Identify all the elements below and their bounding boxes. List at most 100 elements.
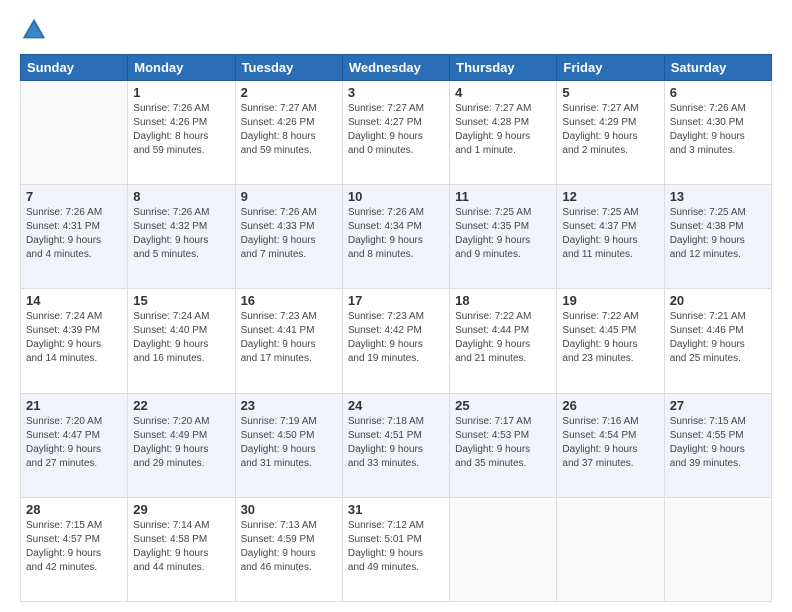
day-number: 22 bbox=[133, 398, 229, 413]
weekday-header-sunday: Sunday bbox=[21, 55, 128, 81]
weekday-header-friday: Friday bbox=[557, 55, 664, 81]
calendar-day-cell: 13 Sunrise: 7:25 AMSunset: 4:38 PMDayligh… bbox=[664, 185, 771, 289]
day-info: Sunrise: 7:24 AMSunset: 4:39 PMDaylight:… bbox=[26, 310, 122, 366]
weekday-header-saturday: Saturday bbox=[664, 55, 771, 81]
day-number: 2 bbox=[241, 85, 337, 100]
day-info: Sunrise: 7:25 AMSunset: 4:37 PMDaylight:… bbox=[562, 206, 658, 262]
calendar-day-cell: 3Sunrise: 7:27 AMSunset: 4:27 PMDaylight… bbox=[342, 81, 449, 185]
day-number: 11 bbox=[455, 189, 551, 204]
day-info: Sunrise: 7:27 AMSunset: 4:29 PMDaylight:… bbox=[562, 102, 658, 158]
day-number: 12 bbox=[562, 189, 658, 204]
day-number: 5 bbox=[562, 85, 658, 100]
calendar-day-cell: 11 Sunrise: 7:25 AMSunset: 4:35 PMDayligh… bbox=[450, 185, 557, 289]
day-info: Sunrise: 7:26 AMSunset: 4:34 PMDaylight:… bbox=[348, 206, 444, 262]
day-info: Sunrise: 7:27 AMSunset: 4:26 PMDaylight:… bbox=[241, 102, 337, 158]
calendar-day-cell bbox=[557, 497, 664, 601]
calendar-week-row: 28 Sunrise: 7:15 AMSunset: 4:57 PMDayligh… bbox=[21, 497, 772, 601]
day-number: 24 bbox=[348, 398, 444, 413]
day-info: Sunrise: 7:26 AMSunset: 4:31 PMDaylight:… bbox=[26, 206, 122, 262]
day-info: Sunrise: 7:20 AMSunset: 4:47 PMDaylight:… bbox=[26, 415, 122, 471]
day-info: Sunrise: 7:27 AMSunset: 4:28 PMDaylight:… bbox=[455, 102, 551, 158]
day-number: 4 bbox=[455, 85, 551, 100]
weekday-header-wednesday: Wednesday bbox=[342, 55, 449, 81]
weekday-header-monday: Monday bbox=[128, 55, 235, 81]
day-number: 29 bbox=[133, 502, 229, 517]
day-number: 7 bbox=[26, 189, 122, 204]
day-info: Sunrise: 7:26 AMSunset: 4:32 PMDaylight:… bbox=[133, 206, 229, 262]
calendar-table: SundayMondayTuesdayWednesdayThursdayFrid… bbox=[20, 54, 772, 602]
day-info: Sunrise: 7:26 AMSunset: 4:30 PMDaylight:… bbox=[670, 102, 766, 158]
day-number: 15 bbox=[133, 293, 229, 308]
day-number: 13 bbox=[670, 189, 766, 204]
calendar-day-cell: 6 Sunrise: 7:26 AMSunset: 4:30 PMDaylight… bbox=[664, 81, 771, 185]
day-number: 30 bbox=[241, 502, 337, 517]
calendar-day-cell: 17 Sunrise: 7:23 AMSunset: 4:42 PMDayligh… bbox=[342, 289, 449, 393]
day-number: 14 bbox=[26, 293, 122, 308]
calendar-week-row: 7 Sunrise: 7:26 AMSunset: 4:31 PMDaylight… bbox=[21, 185, 772, 289]
day-number: 21 bbox=[26, 398, 122, 413]
calendar-day-cell: 5 Sunrise: 7:27 AMSunset: 4:29 PMDaylight… bbox=[557, 81, 664, 185]
day-number: 28 bbox=[26, 502, 122, 517]
day-number: 8 bbox=[133, 189, 229, 204]
calendar-week-row: 1 Sunrise: 7:26 AMSunset: 4:26 PMDaylight… bbox=[21, 81, 772, 185]
day-number: 17 bbox=[348, 293, 444, 308]
day-number: 23 bbox=[241, 398, 337, 413]
day-info: Sunrise: 7:26 AMSunset: 4:26 PMDaylight:… bbox=[133, 102, 229, 158]
calendar-day-cell: 24 Sunrise: 7:18 AMSunset: 4:51 PMDayligh… bbox=[342, 393, 449, 497]
day-number: 6 bbox=[670, 85, 766, 100]
day-number: 27 bbox=[670, 398, 766, 413]
day-info: Sunrise: 7:23 AMSunset: 4:42 PMDaylight:… bbox=[348, 310, 444, 366]
day-info: Sunrise: 7:19 AMSunset: 4:50 PMDaylight:… bbox=[241, 415, 337, 471]
calendar-day-cell: 29 Sunrise: 7:14 AMSunset: 4:58 PMDayligh… bbox=[128, 497, 235, 601]
calendar-day-cell: 7 Sunrise: 7:26 AMSunset: 4:31 PMDaylight… bbox=[21, 185, 128, 289]
day-info: Sunrise: 7:17 AMSunset: 4:53 PMDaylight:… bbox=[455, 415, 551, 471]
calendar-week-row: 14 Sunrise: 7:24 AMSunset: 4:39 PMDayligh… bbox=[21, 289, 772, 393]
calendar-day-cell: 22 Sunrise: 7:20 AMSunset: 4:49 PMDayligh… bbox=[128, 393, 235, 497]
calendar-day-cell: 9Sunrise: 7:26 AMSunset: 4:33 PMDaylight… bbox=[235, 185, 342, 289]
day-number: 20 bbox=[670, 293, 766, 308]
calendar-day-cell: 20 Sunrise: 7:21 AMSunset: 4:46 PMDayligh… bbox=[664, 289, 771, 393]
day-number: 31 bbox=[348, 502, 444, 517]
calendar-day-cell: 8 Sunrise: 7:26 AMSunset: 4:32 PMDaylight… bbox=[128, 185, 235, 289]
logo bbox=[20, 16, 52, 44]
calendar-day-cell: 23 Sunrise: 7:19 AMSunset: 4:50 PMDayligh… bbox=[235, 393, 342, 497]
day-info: Sunrise: 7:20 AMSunset: 4:49 PMDaylight:… bbox=[133, 415, 229, 471]
calendar-day-cell: 1 Sunrise: 7:26 AMSunset: 4:26 PMDaylight… bbox=[128, 81, 235, 185]
day-info: Sunrise: 7:22 AMSunset: 4:44 PMDaylight:… bbox=[455, 310, 551, 366]
calendar-day-cell bbox=[450, 497, 557, 601]
weekday-header-thursday: Thursday bbox=[450, 55, 557, 81]
calendar-day-cell: 19 Sunrise: 7:22 AMSunset: 4:45 PMDayligh… bbox=[557, 289, 664, 393]
calendar-day-cell: 16Sunrise: 7:23 AMSunset: 4:41 PMDayligh… bbox=[235, 289, 342, 393]
weekday-header-tuesday: Tuesday bbox=[235, 55, 342, 81]
logo-icon bbox=[20, 16, 48, 44]
calendar-day-cell: 15 Sunrise: 7:24 AMSunset: 4:40 PMDayligh… bbox=[128, 289, 235, 393]
day-info: Sunrise: 7:27 AMSunset: 4:27 PMDaylight:… bbox=[348, 102, 444, 158]
day-info: Sunrise: 7:24 AMSunset: 4:40 PMDaylight:… bbox=[133, 310, 229, 366]
calendar-day-cell: 25 Sunrise: 7:17 AMSunset: 4:53 PMDayligh… bbox=[450, 393, 557, 497]
day-info: Sunrise: 7:25 AMSunset: 4:35 PMDaylight:… bbox=[455, 206, 551, 262]
day-number: 19 bbox=[562, 293, 658, 308]
day-number: 16 bbox=[241, 293, 337, 308]
calendar-day-cell: 28 Sunrise: 7:15 AMSunset: 4:57 PMDayligh… bbox=[21, 497, 128, 601]
day-number: 25 bbox=[455, 398, 551, 413]
calendar-day-cell: 14 Sunrise: 7:24 AMSunset: 4:39 PMDayligh… bbox=[21, 289, 128, 393]
calendar-day-cell: 2 Sunrise: 7:27 AMSunset: 4:26 PMDaylight… bbox=[235, 81, 342, 185]
calendar-day-cell: 18Sunrise: 7:22 AMSunset: 4:44 PMDayligh… bbox=[450, 289, 557, 393]
calendar-day-cell: 10Sunrise: 7:26 AMSunset: 4:34 PMDayligh… bbox=[342, 185, 449, 289]
calendar-day-cell: 4 Sunrise: 7:27 AMSunset: 4:28 PMDaylight… bbox=[450, 81, 557, 185]
calendar-day-cell: 30Sunrise: 7:13 AMSunset: 4:59 PMDayligh… bbox=[235, 497, 342, 601]
day-info: Sunrise: 7:18 AMSunset: 4:51 PMDaylight:… bbox=[348, 415, 444, 471]
day-info: Sunrise: 7:21 AMSunset: 4:46 PMDaylight:… bbox=[670, 310, 766, 366]
day-info: Sunrise: 7:16 AMSunset: 4:54 PMDaylight:… bbox=[562, 415, 658, 471]
calendar-day-cell: 27 Sunrise: 7:15 AMSunset: 4:55 PMDayligh… bbox=[664, 393, 771, 497]
day-number: 1 bbox=[133, 85, 229, 100]
day-info: Sunrise: 7:25 AMSunset: 4:38 PMDaylight:… bbox=[670, 206, 766, 262]
day-info: Sunrise: 7:15 AMSunset: 4:57 PMDaylight:… bbox=[26, 519, 122, 575]
day-info: Sunrise: 7:15 AMSunset: 4:55 PMDaylight:… bbox=[670, 415, 766, 471]
day-info: Sunrise: 7:22 AMSunset: 4:45 PMDaylight:… bbox=[562, 310, 658, 366]
page: SundayMondayTuesdayWednesdayThursdayFrid… bbox=[0, 0, 792, 612]
calendar-day-cell: 31Sunrise: 7:12 AMSunset: 5:01 PMDayligh… bbox=[342, 497, 449, 601]
calendar-day-cell: 26Sunrise: 7:16 AMSunset: 4:54 PMDayligh… bbox=[557, 393, 664, 497]
day-info: Sunrise: 7:14 AMSunset: 4:58 PMDaylight:… bbox=[133, 519, 229, 575]
weekday-header-row: SundayMondayTuesdayWednesdayThursdayFrid… bbox=[21, 55, 772, 81]
